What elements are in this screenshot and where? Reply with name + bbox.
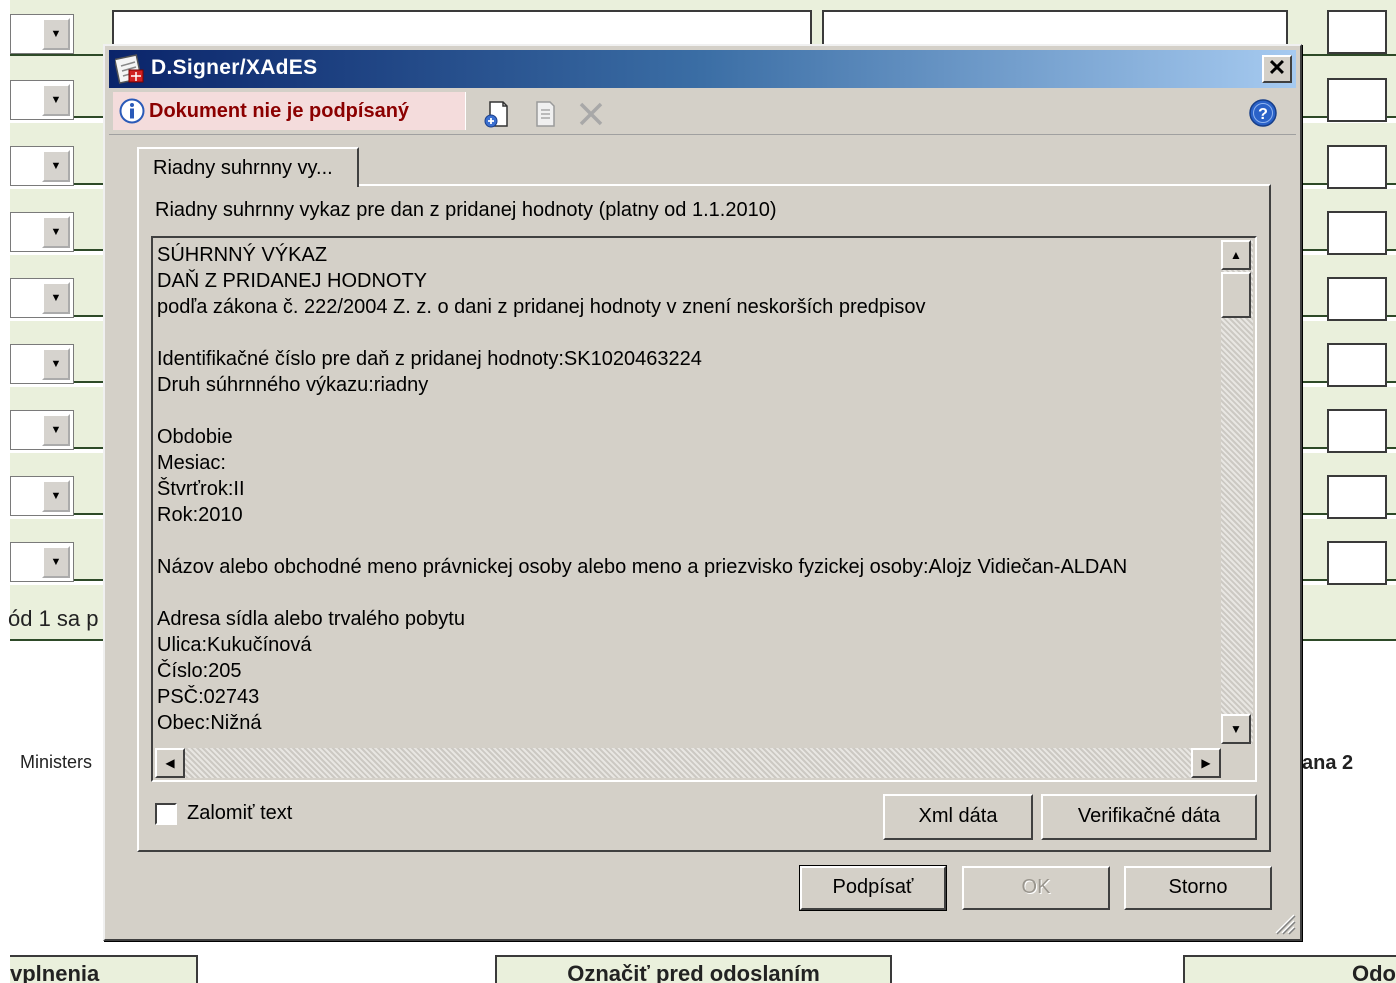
dialog-title: D.Signer/XAdES	[151, 56, 318, 79]
document-heading: Riadny suhrnny vykaz pre dan z pridanej …	[155, 199, 777, 221]
text-line: Druh súhrnného výkazu:riadny	[157, 374, 429, 396]
bg-fragment-text: ód 1 sa p	[8, 606, 99, 631]
text-line: DAŇ Z PRIDANEJ HODNOTY	[157, 270, 428, 292]
bg-combo[interactable]: ▼	[10, 542, 74, 582]
scroll-thumb[interactable]	[1221, 272, 1251, 318]
bg-value-box[interactable]	[1327, 211, 1387, 255]
add-document-icon[interactable]	[481, 98, 513, 130]
text-line: Obdobie	[157, 426, 233, 448]
text-line: Identifikačné číslo pre daň z pridanej h…	[157, 348, 702, 370]
dropdown-arrow-icon[interactable]: ▼	[42, 18, 70, 50]
text-line: Adresa sídla alebo trvalého pobytu	[157, 608, 465, 630]
tab-label: Riadny suhrnny vy...	[153, 157, 333, 179]
text-line: SÚHRNNÝ VÝKAZ	[157, 244, 328, 266]
bg-footer-right: ana 2	[1302, 752, 1354, 774]
document-content-view[interactable]: SÚHRNNÝ VÝKAZ DAŇ Z PRIDANEJ HODNOTY pod…	[151, 236, 1257, 782]
dropdown-arrow-icon[interactable]: ▼	[42, 282, 70, 314]
close-icon[interactable]: ✕	[1262, 55, 1292, 83]
dropdown-arrow-icon[interactable]: ▼	[42, 84, 70, 116]
bg-combo[interactable]: ▼	[10, 14, 74, 54]
status-text: Dokument nie je podpísaný	[149, 100, 410, 122]
vertical-scrollbar[interactable]: ▲ ▼	[1221, 240, 1253, 744]
horizontal-scrollbar[interactable]: ◀ ▶	[155, 748, 1221, 778]
bg-button-odoslat[interactable]: Odo	[1183, 955, 1396, 983]
tab-panel: Riadny suhrnny vykaz pre dan z pridanej …	[137, 184, 1271, 852]
text-line	[157, 580, 1217, 606]
bg-button-oznacit[interactable]: Označiť pred odoslaním	[495, 955, 892, 983]
bg-combo[interactable]: ▼	[10, 476, 74, 516]
info-icon	[119, 98, 145, 124]
title-bar[interactable]: D.Signer/XAdES ✕	[109, 50, 1296, 88]
ok-button[interactable]: OK	[962, 866, 1110, 910]
scroll-left-icon[interactable]: ◀	[155, 748, 185, 778]
text-line	[157, 398, 1217, 424]
bg-value-box[interactable]	[1327, 475, 1387, 519]
delete-icon[interactable]	[575, 98, 607, 130]
bg-combo[interactable]: ▼	[10, 344, 74, 384]
dropdown-arrow-icon[interactable]: ▼	[42, 480, 70, 512]
scroll-down-icon[interactable]: ▼	[1221, 714, 1251, 744]
text-line: Ulica:Kukučínová	[157, 634, 312, 656]
tab-document[interactable]: Riadny suhrnny vy...	[137, 147, 359, 187]
toolbar: Dokument nie je podpísaný ?	[109, 90, 1296, 135]
signature-status: Dokument nie je podpísaný	[113, 92, 466, 130]
scroll-corner	[1221, 746, 1253, 778]
bg-combo[interactable]: ▼	[10, 80, 74, 120]
sign-button[interactable]: Podpísať	[799, 865, 947, 911]
document-text: SÚHRNNÝ VÝKAZ DAŇ Z PRIDANEJ HODNOTY pod…	[157, 242, 1217, 746]
wrap-text-label[interactable]: Zalomiť text	[187, 802, 292, 825]
checkbox-box[interactable]	[155, 803, 177, 825]
text-line: Názov alebo obchodné meno právnickej oso…	[157, 556, 1128, 578]
bg-value-box[interactable]	[1327, 10, 1387, 54]
bg-value-box[interactable]	[1327, 277, 1387, 321]
scroll-right-icon[interactable]: ▶	[1191, 748, 1221, 778]
bg-combo[interactable]: ▼	[10, 410, 74, 450]
bg-value-box[interactable]	[1327, 343, 1387, 387]
bg-combo[interactable]: ▼	[10, 212, 74, 252]
document-icon[interactable]	[529, 98, 561, 130]
text-line	[157, 320, 1217, 346]
signer-app-icon	[115, 54, 144, 84]
verification-data-button[interactable]: Verifikačné dáta	[1041, 794, 1257, 840]
text-line: Mesiac:	[157, 452, 226, 474]
bg-value-box[interactable]	[1327, 409, 1387, 453]
bg-value-box[interactable]	[1327, 78, 1387, 122]
bg-combo[interactable]: ▼	[10, 146, 74, 186]
bg-combo[interactable]: ▼	[10, 278, 74, 318]
help-icon[interactable]: ?	[1248, 98, 1278, 128]
svg-text:?: ?	[1258, 106, 1268, 123]
dropdown-arrow-icon[interactable]: ▼	[42, 546, 70, 578]
dropdown-arrow-icon[interactable]: ▼	[42, 414, 70, 446]
signer-dialog: D.Signer/XAdES ✕ Dokument nie je podpísa…	[103, 44, 1302, 941]
cancel-button[interactable]: Storno	[1124, 866, 1272, 910]
dropdown-arrow-icon[interactable]: ▼	[42, 216, 70, 248]
dropdown-arrow-icon[interactable]: ▼	[42, 348, 70, 380]
bg-value-box[interactable]	[1327, 145, 1387, 189]
text-line: Rok:2010	[157, 504, 243, 526]
bg-input-2[interactable]	[822, 10, 1288, 44]
text-line: PSČ:02743	[157, 686, 260, 708]
bg-input-1[interactable]	[112, 10, 812, 44]
text-line	[157, 528, 1217, 554]
xml-data-button[interactable]: Xml dáta	[883, 794, 1033, 840]
text-line: Číslo:205	[157, 660, 242, 682]
text-line: Obec:Nižná	[157, 712, 262, 734]
bg-footer-left: Ministers	[20, 752, 93, 772]
bg-button-vyplnenia[interactable]: vplnenia	[10, 955, 198, 983]
scroll-up-icon[interactable]: ▲	[1221, 240, 1251, 270]
text-line: Štvrťrok:II	[157, 478, 245, 500]
dropdown-arrow-icon[interactable]: ▼	[42, 150, 70, 182]
bg-value-box[interactable]	[1327, 541, 1387, 585]
text-line: podľa zákona č. 222/2004 Z. z. o dani z …	[157, 296, 926, 318]
resize-grip-icon[interactable]	[1268, 907, 1296, 935]
